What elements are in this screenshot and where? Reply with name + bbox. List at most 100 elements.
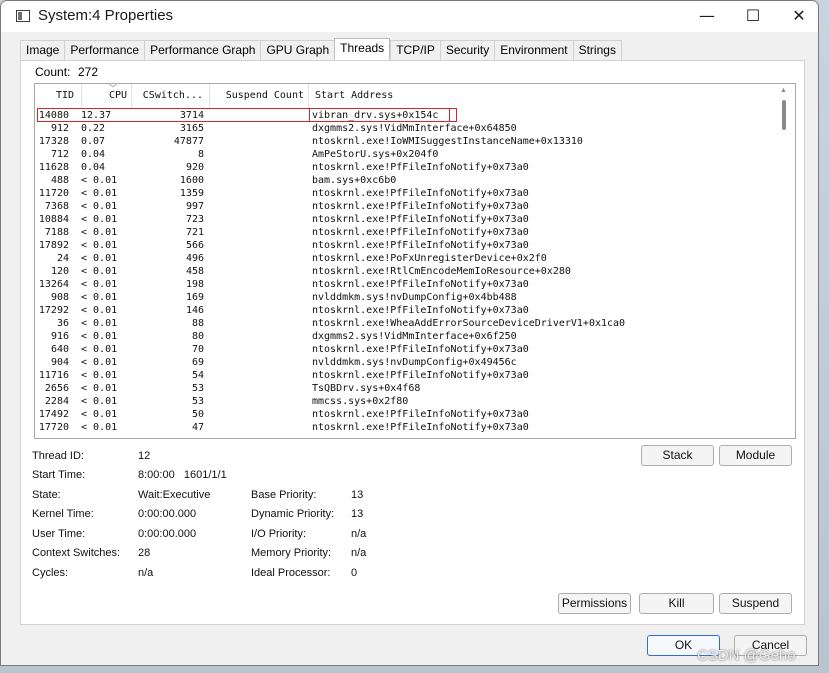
thread-row[interactable]: 916 < 0.01 80 dxgmms2.sys!VidMmInterface+0x…: [35, 330, 776, 343]
thread-row[interactable]: 120 < 0.01 458 ntoskrnl.exe!RtlCmEncodeMemI…: [35, 265, 776, 278]
thread-cpu: < 0.01: [81, 370, 118, 381]
thread-cpu: < 0.01: [81, 201, 118, 212]
thread-row[interactable]: 488 < 0.01 1600 bam.sys+0xc6b0: [35, 174, 776, 187]
thread-start-address: ntoskrnl.exe!WheaAddErrorSourceDeviceDri…: [312, 318, 626, 329]
thread-row[interactable]: 640 < 0.01 70 ntoskrnl.exe!PfFileInfoNotify…: [35, 343, 776, 356]
threads-list[interactable]: TID CPU ﹀ CSwitch... Suspend Count Start…: [34, 83, 796, 439]
thread-cswitch: 69: [191, 357, 204, 368]
thread-row[interactable]: 17328 0.07 47877 ntoskrnl.exe!IoWMISuggestI…: [35, 135, 776, 148]
thread-row[interactable]: 2656 < 0.01 53 TsQBDrv.sys+0x4f68: [35, 382, 776, 395]
scrollbar-thumb[interactable]: [782, 100, 786, 130]
thread-tid: 912: [50, 123, 69, 134]
count-label: Count:: [35, 65, 71, 79]
thread-cswitch: 920: [185, 162, 204, 173]
thread-cpu: < 0.01: [81, 279, 118, 290]
column-header-start-address[interactable]: Start Address: [309, 84, 776, 108]
column-header-cpu[interactable]: CPU: [82, 84, 132, 108]
thread-tid: 10884: [38, 214, 69, 225]
thread-row[interactable]: 908 < 0.01 169 nvlddmkm.sys!nvDumpConfig+0x…: [35, 291, 776, 304]
thread-cswitch: 50: [191, 409, 204, 420]
thread-row[interactable]: 24 < 0.01 496 ntoskrnl.exe!PoFxUnregisterDe…: [35, 252, 776, 265]
column-header-suspend-count[interactable]: Suspend Count: [210, 84, 309, 108]
tab-tcp-ip[interactable]: TCP/IP: [390, 40, 440, 60]
thread-row[interactable]: 10884 < 0.01 723 ntoskrnl.exe!PfFileInfoNot…: [35, 213, 776, 226]
thread-cpu: 0.04: [81, 149, 106, 160]
title-bar: System:4 Properties — ☐ ✕: [1, 1, 818, 32]
thread-row[interactable]: 7188 < 0.01 721 ntoskrnl.exe!PfFileInfoNoti…: [35, 226, 776, 239]
tab-environment[interactable]: Environment: [494, 40, 573, 60]
thread-cswitch: 53: [191, 396, 204, 407]
thread-cswitch: 1359: [179, 188, 204, 199]
thread-row[interactable]: 11716 < 0.01 54 ntoskrnl.exe!PfFileInfoNoti…: [35, 369, 776, 382]
thread-tid: 17328: [38, 136, 69, 147]
thread-cswitch: 458: [185, 266, 204, 277]
thread-start-address: ntoskrnl.exe!PfFileInfoNotify+0x73a0: [312, 305, 529, 316]
thread-start-address: AmPeStorU.sys+0x204f0: [312, 149, 439, 160]
thread-cpu: < 0.01: [81, 318, 118, 329]
thread-row[interactable]: 2284 < 0.01 53 mmcss.sys+0x2f80: [35, 395, 776, 408]
thread-row[interactable]: 7368 < 0.01 997 ntoskrnl.exe!PfFileInfoNoti…: [35, 200, 776, 213]
close-button[interactable]: ✕: [776, 1, 818, 32]
thread-row[interactable]: 712 0.04 8 AmPeStorU.sys+0x204f0: [35, 148, 776, 161]
thread-tid: 11628: [38, 162, 69, 173]
thread-cswitch: 53: [191, 383, 204, 394]
tab-security[interactable]: Security: [439, 40, 495, 60]
tab-performance[interactable]: Performance: [64, 40, 145, 60]
thread-row[interactable]: 912 0.22 3165 dxgmms2.sys!VidMmInterface+0x…: [35, 122, 776, 135]
stack-button[interactable]: Stack: [641, 445, 714, 466]
thread-cpu: < 0.01: [81, 331, 118, 342]
tab-threads[interactable]: Threads: [334, 38, 391, 60]
tab-strings[interactable]: Strings: [572, 40, 622, 60]
vertical-scrollbar[interactable]: ▲: [775, 84, 795, 438]
kill-button[interactable]: Kill: [639, 593, 714, 614]
thread-tid: 11716: [38, 370, 69, 381]
cycles-value: n/a: [138, 567, 154, 579]
thread-cpu: < 0.01: [81, 422, 118, 433]
thread-cswitch: 723: [185, 214, 204, 225]
thread-start-address: ntoskrnl.exe!PfFileInfoNotify+0x73a0: [312, 344, 529, 355]
module-button[interactable]: Module: [719, 445, 792, 466]
column-header-tid[interactable]: TID: [35, 84, 82, 108]
thread-row[interactable]: 904 < 0.01 69 nvlddmkm.sys!nvDumpConfig+0x4…: [35, 356, 776, 369]
thread-tid: 908: [50, 292, 69, 303]
thread-row[interactable]: 17720 < 0.01 47 ntoskrnl.exe!PfFileInfoNoti…: [35, 421, 776, 434]
thread-cswitch: 47877: [173, 136, 204, 147]
thread-cpu: 0.22: [81, 123, 106, 134]
thread-row[interactable]: 11720 < 0.01 1359 ntoskrnl.exe!PfFileInfoNo…: [35, 187, 776, 200]
thread-start-address: TsQBDrv.sys+0x4f68: [312, 383, 421, 394]
thread-cpu: < 0.01: [81, 383, 118, 394]
context-switches-label: Context Switches:: [32, 547, 121, 559]
tab-performance-graph[interactable]: Performance Graph: [144, 40, 261, 60]
thread-cswitch: 146: [185, 305, 204, 316]
thread-cpu: < 0.01: [81, 188, 118, 199]
tab-gpu-graph[interactable]: GPU Graph: [260, 40, 335, 60]
thread-cpu: < 0.01: [81, 396, 118, 407]
thread-start-address: ntoskrnl.exe!IoWMISuggestInstanceName+0x…: [312, 136, 583, 147]
user-time-value: 0:00:00.000: [138, 528, 197, 540]
minimize-button[interactable]: —: [684, 1, 730, 32]
thread-cpu: < 0.01: [81, 214, 118, 225]
thread-row[interactable]: 17892 < 0.01 566 ntoskrnl.exe!PfFileInfoNot…: [35, 239, 776, 252]
thread-row[interactable]: 13264 < 0.01 198 ntoskrnl.exe!PfFileInfoNot…: [35, 278, 776, 291]
thread-cpu: < 0.01: [81, 253, 118, 264]
permissions-button[interactable]: Permissions: [558, 593, 631, 614]
scroll-up-arrow-icon[interactable]: ▲: [780, 87, 787, 94]
thread-row[interactable]: 11628 0.04 920 ntoskrnl.exe!PfFileInfoNotif…: [35, 161, 776, 174]
thread-cpu: < 0.01: [81, 409, 118, 420]
thread-start-address: ntoskrnl.exe!PfFileInfoNotify+0x73a0: [312, 162, 529, 173]
tab-image[interactable]: Image: [20, 40, 65, 60]
maximize-button[interactable]: ☐: [730, 1, 776, 32]
column-header-cswitch[interactable]: CSwitch...: [132, 84, 210, 108]
thread-row[interactable]: 17492 < 0.01 50 ntoskrnl.exe!PfFileInfoNoti…: [35, 408, 776, 421]
thread-row[interactable]: 17292 < 0.01 146 ntoskrnl.exe!PfFileInfoNot…: [35, 304, 776, 317]
base-priority-value: 13: [351, 489, 364, 501]
thread-cpu: < 0.01: [81, 266, 118, 277]
thread-tid: 17492: [38, 409, 69, 420]
memory-priority-value: n/a: [351, 547, 367, 559]
window-app-icon: [16, 10, 30, 22]
thread-start-address: dxgmms2.sys!VidMmInterface+0x6f250: [312, 331, 517, 342]
thread-row[interactable]: 36 < 0.01 88 ntoskrnl.exe!WheaAddErrorSourc…: [35, 317, 776, 330]
thread-cpu: < 0.01: [81, 344, 118, 355]
suspend-button[interactable]: Suspend: [719, 593, 792, 614]
count-value: 272: [78, 65, 99, 79]
